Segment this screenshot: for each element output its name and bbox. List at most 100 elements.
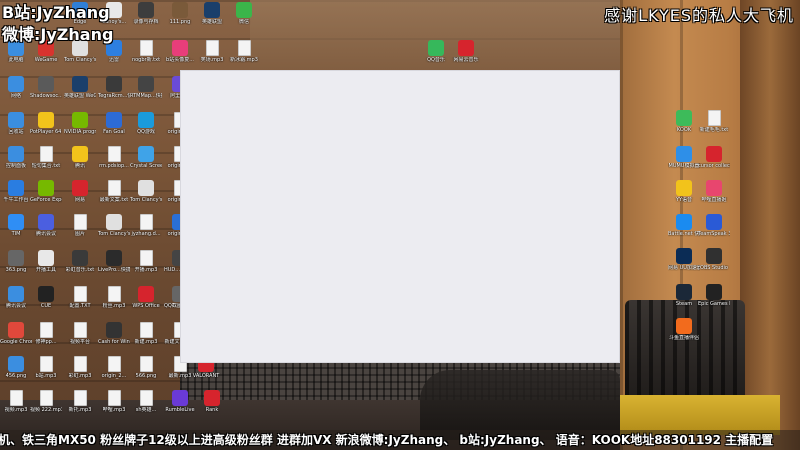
app-icon	[676, 284, 692, 300]
app-icon	[706, 248, 722, 264]
desktop-icon[interactable]: 哔哩直播姬	[698, 180, 730, 203]
desktop-icon[interactable]: 新建毛毛.txt	[698, 110, 730, 133]
desktop-icon[interactable]: 短句集合.txt	[30, 146, 62, 169]
desktop-icon[interactable]: jyzhang.d...	[130, 214, 162, 237]
desktop-icon[interactable]: 英雄联盟 WeGame版	[64, 76, 96, 99]
desktop-icon[interactable]: 微信	[228, 2, 260, 25]
desktop-icon[interactable]: 图片	[64, 214, 96, 237]
app-icon	[204, 390, 220, 406]
desktop-icon[interactable]: Steam	[668, 284, 700, 307]
desktop-icon[interactable]: 363.png	[0, 250, 32, 273]
app-icon	[706, 180, 722, 196]
app-icon	[204, 2, 220, 18]
app-icon	[8, 286, 24, 302]
desktop-icon[interactable]: 腾讯	[64, 146, 96, 169]
app-icon	[38, 76, 54, 92]
desktop-icon-label: 回收站	[8, 129, 24, 135]
desktop-icon[interactable]: RumbleLive	[164, 390, 196, 413]
desktop-icon-label: origin_2...	[101, 373, 127, 379]
desktop-icon[interactable]: 笑场.mp3	[196, 40, 228, 63]
desktop-icon[interactable]: Cash for Windows...	[98, 322, 130, 345]
desktop-icon[interactable]: cursor collect...	[698, 146, 730, 169]
desktop-icon[interactable]: 腾讯会议	[0, 286, 32, 309]
desktop-icon[interactable]: 网络	[0, 76, 32, 99]
desktop-icon[interactable]: NVIDIA programs...	[64, 112, 96, 135]
desktop-icon[interactable]: b站.mp3	[30, 356, 62, 379]
desktop-icon[interactable]: CUE	[30, 286, 62, 309]
file-icon	[707, 110, 721, 126]
desktop-icon[interactable]: 英雄联盟	[196, 2, 228, 25]
desktop-icon[interactable]: 视频平台	[64, 322, 96, 345]
desktop-icon[interactable]: 修神pp...	[30, 322, 62, 345]
desktop-icon[interactable]: 网易	[64, 180, 96, 203]
desktop-icon[interactable]: b站头像复...	[164, 40, 196, 63]
desktop-icon[interactable]: QQ游戏	[130, 112, 162, 135]
desktop-icon[interactable]: Tom Clancy's R...	[98, 214, 130, 237]
desktop-icon[interactable]: 网易 UU加速器	[668, 248, 700, 271]
desktop-icon[interactable]: 粉丝.mp3	[98, 286, 130, 309]
desktop-icon[interactable]: 456.png	[0, 356, 32, 379]
desktop-icon[interactable]: 腾讯会议	[30, 214, 62, 237]
desktop-icon[interactable]: QQ音乐	[420, 40, 452, 63]
desktop-icon-label: nogbr新.txt	[131, 57, 161, 63]
desktop-icon[interactable]: 新托.mp3	[64, 390, 96, 413]
desktop-icon[interactable]: 网易云音乐	[450, 40, 482, 63]
desktop-icon[interactable]: 千牛工作台	[0, 180, 32, 203]
desktop-icon-label: 控制面板	[5, 163, 26, 169]
desktop-icon[interactable]: 回收站	[0, 112, 32, 135]
desktop-icon[interactable]: Crystal Screenshots	[130, 146, 162, 169]
desktop-icon[interactable]: 566.png	[130, 356, 162, 379]
desktop-icon[interactable]: 录像与存档	[130, 2, 162, 25]
file-icon	[73, 286, 87, 302]
desktop-icon[interactable]: Google Chrome	[0, 322, 32, 345]
wallpaper-weapon-detail	[625, 300, 745, 410]
desktop-icon[interactable]: origin_2...	[98, 356, 130, 379]
desktop-icon[interactable]: YY语音	[668, 180, 700, 203]
desktop-icon[interactable]: TegraRcm...快捷方式	[98, 76, 130, 99]
desktop-icon[interactable]: KOOK	[668, 110, 700, 133]
desktop-icon[interactable]: 新建.mp3	[130, 322, 162, 345]
desktop-icon[interactable]: 哔哩.mp3	[98, 390, 130, 413]
desktop-icon[interactable]: 配置.TXT	[64, 286, 96, 309]
desktop-icon[interactable]: Battle.net 快捷方式	[668, 214, 700, 237]
app-icon	[676, 318, 692, 334]
desktop-icon[interactable]: Shadowsoc...快捷方式	[30, 76, 62, 99]
desktop-icon[interactable]: Tom Clancy's R...	[130, 180, 162, 203]
weibo-handle: 微博:JyZhang	[2, 25, 114, 44]
desktop-icon[interactable]: Rank	[196, 390, 228, 413]
desktop-icon[interactable]: TIM	[0, 214, 32, 237]
desktop-icon[interactable]: TeamSpeak 3	[698, 214, 730, 237]
desktop-icon[interactable]: Epic Games Launcher	[698, 284, 730, 307]
app-icon	[38, 180, 54, 196]
desktop-icon[interactable]: 最新文案.txt	[98, 180, 130, 203]
desktop-icon[interactable]: 控制面板	[0, 146, 32, 169]
file-icon	[39, 146, 53, 162]
desktop-icon[interactable]: 视频.mp3	[0, 390, 32, 413]
app-icon	[72, 250, 88, 266]
app-icon	[676, 248, 692, 264]
desktop-icon[interactable]: GeForce Experience	[30, 180, 62, 203]
desktop-icon[interactable]: MUMU模拟器	[668, 146, 700, 169]
desktop-icon[interactable]: OBS Studio	[698, 248, 730, 271]
desktop-icon[interactable]: RTMMap...快捷方式	[130, 76, 162, 99]
desktop-icon-label: 开播.mp3	[134, 267, 158, 273]
desktop-icon[interactable]: rm.pdsiop...	[98, 146, 130, 169]
blank-window[interactable]	[180, 70, 620, 363]
desktop-icon-label: Google Chrome	[0, 339, 32, 345]
desktop-icon[interactable]: LivePro...快捷方式	[98, 250, 130, 273]
app-icon	[8, 76, 24, 92]
desktop-icon[interactable]: WPS Office	[130, 286, 162, 309]
desktop-icon[interactable]: 开播.mp3	[130, 250, 162, 273]
desktop-icon[interactable]: Fan Goal	[98, 112, 130, 135]
desktop-icon[interactable]: nogbr新.txt	[130, 40, 162, 63]
desktop-icon[interactable]: 视频 222.mp3	[30, 390, 62, 413]
desktop-icon[interactable]: 开播工具	[30, 250, 62, 273]
desktop-icon[interactable]: 111.png	[164, 2, 196, 25]
desktop-icon[interactable]: 斗鱼直播伴侣	[668, 318, 700, 341]
desktop-icon[interactable]: PotPlayer 64 bit	[30, 112, 62, 135]
desktop-icon[interactable]: 彩虹.mp3	[64, 356, 96, 379]
desktop-icon[interactable]: sh英雄...	[130, 390, 162, 413]
desktop-icon[interactable]: 新冰霜.mp3	[228, 40, 260, 63]
desktop-icon[interactable]: 彩虹音乐.txt	[64, 250, 96, 273]
desktop-icon-label: MUMU模拟器	[668, 163, 700, 169]
